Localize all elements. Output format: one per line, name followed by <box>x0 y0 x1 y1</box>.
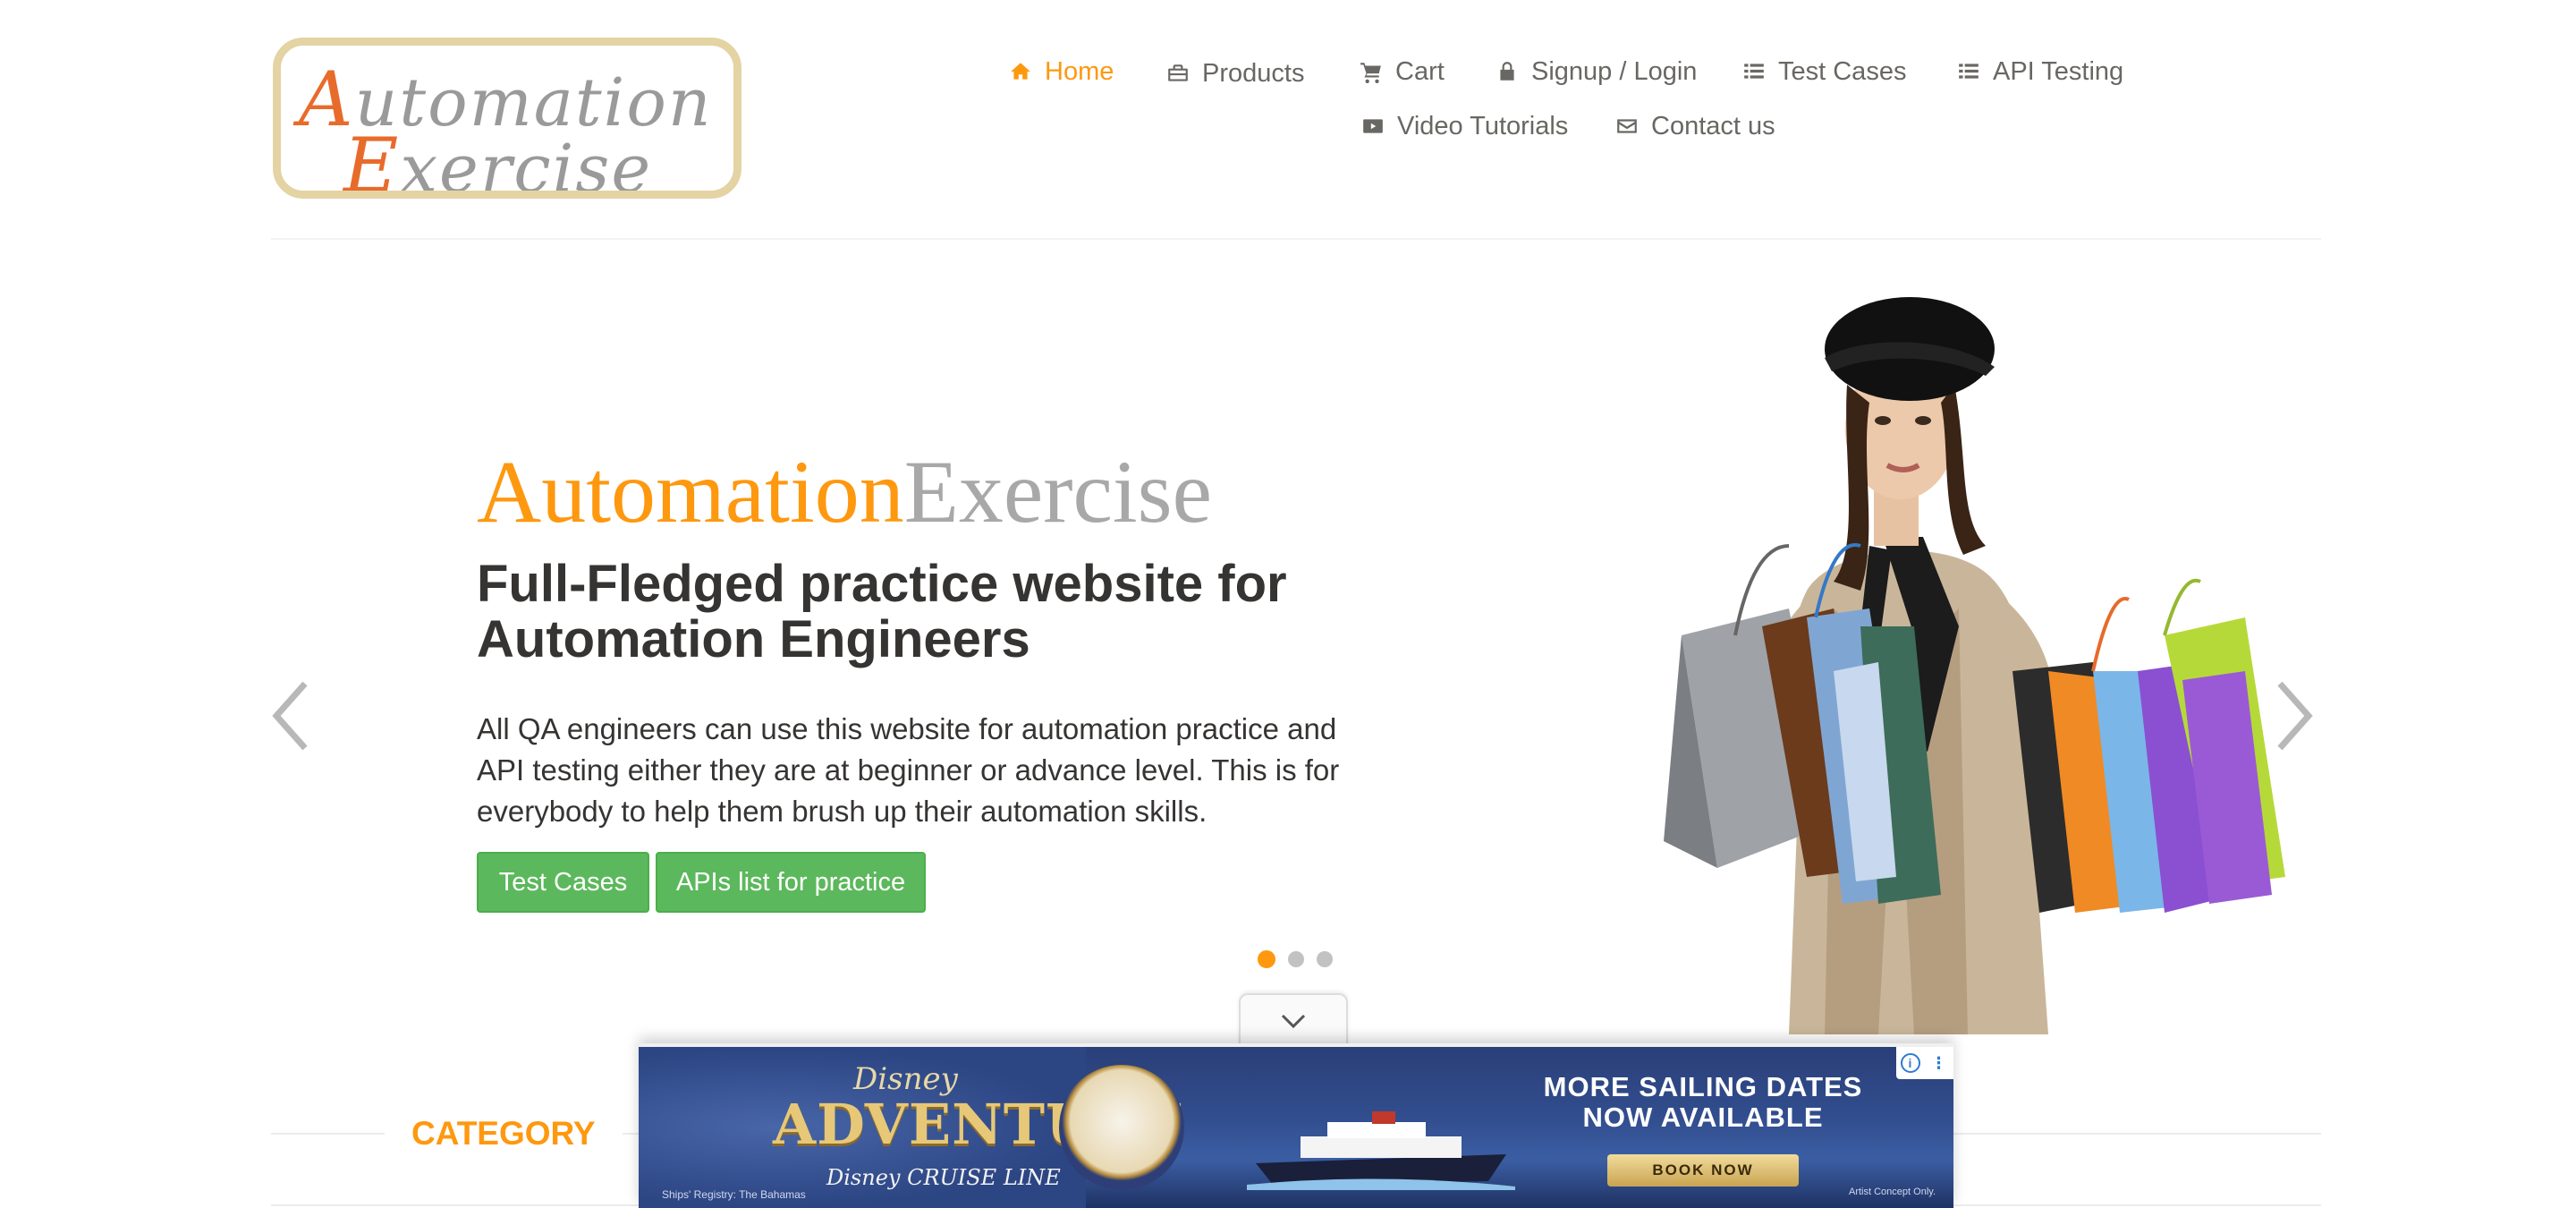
slide-brand-title: AutomationExercise <box>477 447 1212 537</box>
ad-character-badge <box>1059 1065 1184 1190</box>
ad-book-now-button[interactable]: BOOK NOW <box>1607 1154 1799 1187</box>
chevron-left-icon <box>272 681 308 751</box>
ad-headline: MORE SAILING DATES NOW AVAILABLE <box>1543 1071 1863 1133</box>
nav-video-tutorials[interactable]: Video Tutorials <box>1360 108 1568 144</box>
chevron-down-icon <box>1281 1014 1306 1029</box>
ad-menu-icon[interactable]: ⋮ <box>1928 1052 1950 1074</box>
nav-test-cases[interactable]: Test Cases <box>1741 54 1906 89</box>
nav-api-testing-label: API Testing <box>1993 56 2124 86</box>
nav-products-label: Products <box>1202 58 1305 88</box>
brand-part-exercise: Exercise <box>903 442 1212 541</box>
slide-description: All QA engineers can use this website fo… <box>477 712 1340 828</box>
ad-info-icon[interactable]: i <box>1900 1053 1920 1073</box>
lock-icon <box>1494 58 1521 85</box>
slider-indicator-1[interactable] <box>1258 950 1275 968</box>
nav-signup-login-label: Signup / Login <box>1531 56 1698 86</box>
header-divider <box>271 238 2321 240</box>
nav-cart[interactable]: Cart <box>1358 54 1445 89</box>
ad-registry-note: Ships' Registry: The Bahamas <box>662 1188 806 1201</box>
test-cases-button[interactable]: Test Cases <box>477 852 649 913</box>
slider-indicator-3[interactable] <box>1317 951 1333 967</box>
nav-products[interactable]: Products <box>1165 55 1304 91</box>
nav-video-tutorials-label: Video Tutorials <box>1397 111 1569 140</box>
category-heading: Category <box>385 1115 623 1153</box>
nav-signup-login[interactable]: Signup / Login <box>1494 54 1697 89</box>
cart-icon <box>1358 58 1385 85</box>
list-icon <box>1955 58 1982 85</box>
nav-contact-us-label: Contact us <box>1651 111 1775 140</box>
slide-headline: Full-Fledged practice website for Automa… <box>477 555 1287 668</box>
ad-disclaimer: Artist Concept Only. <box>1849 1187 1936 1197</box>
hero-image-shopping-girl <box>1413 251 2308 1034</box>
ad-choices: i ⋮ <box>1896 1047 1953 1079</box>
envelope-icon <box>1614 113 1640 140</box>
nav-api-testing[interactable]: API Testing <box>1955 54 2123 89</box>
logo-letter-e: E <box>343 122 401 199</box>
slider-indicator-2[interactable] <box>1288 951 1304 967</box>
youtube-play-icon <box>1360 113 1386 140</box>
ad-banner[interactable]: Disney ADVENTURE Disney CRUISE LINE Ship… <box>639 1043 1953 1208</box>
list-icon <box>1741 58 1767 85</box>
brand-part-automation: Automation <box>477 442 904 541</box>
nav-cart-label: Cart <box>1395 56 1445 86</box>
apis-list-button[interactable]: APIs list for practice <box>656 852 926 913</box>
nav-contact-us[interactable]: Contact us <box>1614 108 1775 144</box>
ad-subtitle: Disney CRUISE LINE <box>826 1165 1061 1190</box>
briefcase-icon <box>1165 60 1191 87</box>
site-logo[interactable]: Automation Exercise <box>273 38 741 199</box>
nav-test-cases-label: Test Cases <box>1778 56 1907 86</box>
ad-collapse-toggle[interactable] <box>1239 993 1348 1047</box>
home-icon <box>1007 58 1034 85</box>
slider-prev-button[interactable] <box>268 676 313 756</box>
logo-text-line2: xercise <box>400 131 653 199</box>
nav-home[interactable]: Home <box>1007 54 1114 89</box>
ad-ship-illustration <box>1247 1111 1515 1190</box>
nav-home-label: Home <box>1045 56 1114 86</box>
